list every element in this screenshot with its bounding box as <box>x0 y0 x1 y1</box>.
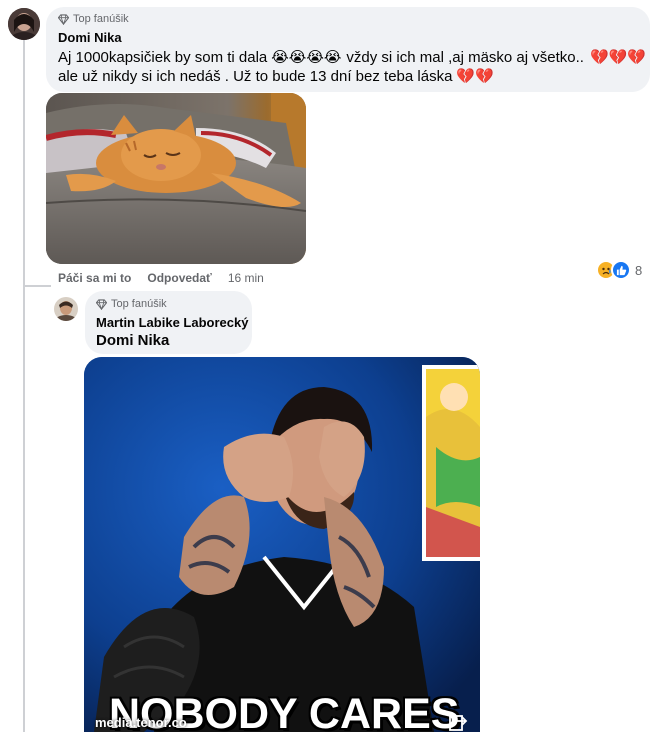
broken-heart-emoji-group-2: 💔💔 <box>456 68 494 85</box>
top-fan-label: Top fanúšik <box>73 13 129 25</box>
reactions-count: 8 <box>635 262 643 278</box>
thread-line-main <box>23 40 25 732</box>
reactions-summary[interactable]: 8 <box>596 260 642 280</box>
comment-text-part-1: Aj 1000kapsičiek by som ti dala <box>58 48 268 66</box>
external-link-icon <box>449 715 468 731</box>
diamond-icon <box>96 298 107 310</box>
comment-actions: Páči sa mi to Odpovedať 16 min <box>58 271 264 285</box>
avatar-domi-nika[interactable] <box>8 8 40 40</box>
comment-text-part-3: ale už nikdy si ich nedáš . Už to bude 1… <box>58 67 453 85</box>
comment-text-part-2: vždy si ich mal ,aj mäsko aj všetko.. <box>346 48 584 66</box>
like-react-icon <box>611 260 631 280</box>
avatar-photo-icon <box>54 297 78 321</box>
open-external-icon[interactable] <box>448 712 468 732</box>
avatar-martin-labike[interactable] <box>54 297 78 321</box>
crying-emoji-group: 😭😭😭😭 <box>271 49 342 66</box>
sleeping-cat-image <box>46 93 306 264</box>
avatar-photo-icon <box>8 8 40 40</box>
top-fan-label: Top fanúšik <box>111 298 167 310</box>
reply-link[interactable]: Odpovedať <box>147 271 211 285</box>
thread-line-reply-curve <box>23 285 51 287</box>
comment-timestamp[interactable]: 16 min <box>228 271 264 285</box>
diamond-icon <box>58 13 69 25</box>
gif-source-label[interactable]: media.tenor.co <box>95 715 187 730</box>
thumbs-up-icon <box>616 265 626 275</box>
top-fan-badge: Top fanúšik <box>58 13 129 25</box>
tagged-user-mention[interactable]: Domi Nika <box>96 332 169 349</box>
cat-photo-attachment[interactable] <box>46 93 306 264</box>
broken-heart-emoji-group: 💔💔💔 <box>589 49 646 66</box>
reply-author[interactable]: Martin Labike Laborecký <box>96 315 248 330</box>
top-fan-badge-reply: Top fanúšik <box>96 298 167 310</box>
comment-text-line-2: ale už nikdy si ich nedáš . Už to bude 1… <box>58 67 494 86</box>
comment-author[interactable]: Domi Nika <box>58 30 122 45</box>
comment-text-line-1: Aj 1000kapsičiek by som ti dala 😭😭😭😭 vžd… <box>58 48 646 67</box>
gif-image <box>84 357 480 732</box>
like-link[interactable]: Páči sa mi to <box>58 271 131 285</box>
gif-attachment[interactable]: NOBODY CARES media.tenor.co <box>84 357 480 732</box>
